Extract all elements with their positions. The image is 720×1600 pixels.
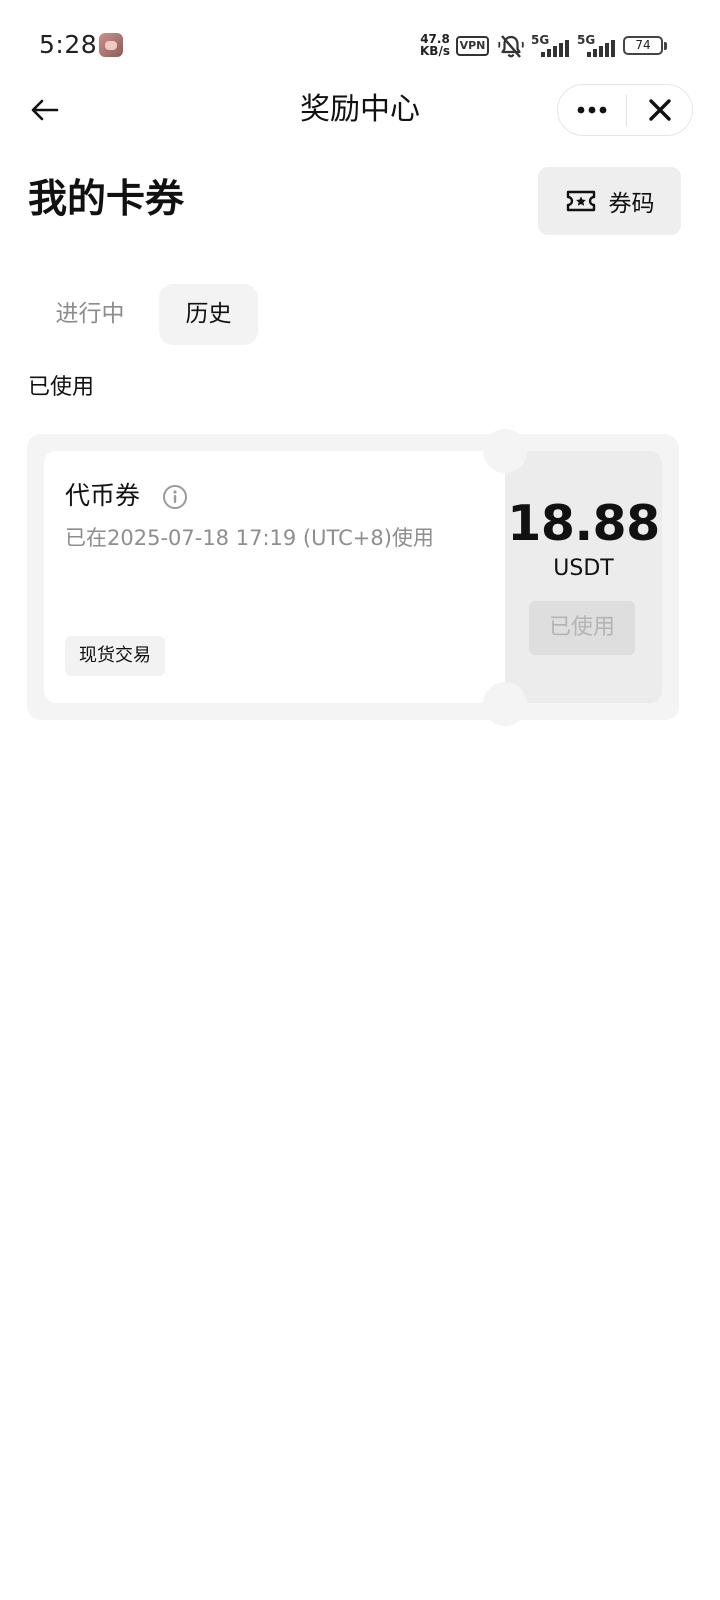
coupon-currency: USDT (553, 556, 614, 581)
coupon-used-button: 已使用 (529, 601, 635, 655)
mini-program-capsule (557, 84, 693, 136)
signal-strength-icon: 5G (577, 33, 617, 57)
coupon-used-time: 已在2025-07-18 17:19 (UTC+8)使用 (65, 526, 434, 550)
battery-icon: 74 (623, 36, 667, 55)
tab-history[interactable]: 历史 (159, 284, 258, 345)
app-notification-icon (99, 33, 123, 57)
coupon-amount: 18.88 (507, 495, 660, 552)
network-speed-unit: KB/s (420, 44, 450, 58)
status-bar: 5:28 47.8 KB/s VPN 5G 5G 74 (0, 0, 720, 92)
coupon-code-button[interactable]: 券码 (538, 167, 681, 235)
section-label-used: 已使用 (28, 375, 95, 400)
network-speed: 47.8 KB/s (418, 33, 452, 57)
coupon-value-panel: 18.88 USDT 已使用 (505, 451, 662, 703)
coupon-scene-tag: 现货交易 (65, 636, 165, 676)
tab-ongoing[interactable]: 进行中 (30, 284, 150, 345)
signal-strength-icon: 5G (531, 33, 571, 57)
coupon-code-label: 券码 (608, 191, 655, 217)
arrow-left-icon (31, 99, 59, 121)
close-button[interactable] (627, 85, 693, 135)
status-time: 5:28 (39, 30, 98, 59)
ticket-star-icon (566, 190, 595, 212)
bell-muted-icon (498, 35, 524, 58)
back-button[interactable] (22, 88, 66, 132)
vpn-icon: VPN (456, 36, 489, 56)
coupon-card[interactable]: 代币券 已在2025-07-18 17:19 (UTC+8)使用 现货交易 18… (27, 429, 679, 726)
page-title: 我的卡券 (28, 177, 185, 222)
close-icon (649, 99, 671, 121)
ticket-notch-top (483, 429, 527, 473)
coupon-details: 代币券 已在2025-07-18 17:19 (UTC+8)使用 现货交易 (44, 451, 505, 703)
more-horizontal-icon (577, 106, 607, 114)
ticket-notch-bottom (483, 682, 527, 726)
more-button[interactable] (558, 85, 626, 135)
coupon-name: 代币券 (65, 481, 141, 510)
info-icon[interactable] (162, 484, 188, 510)
